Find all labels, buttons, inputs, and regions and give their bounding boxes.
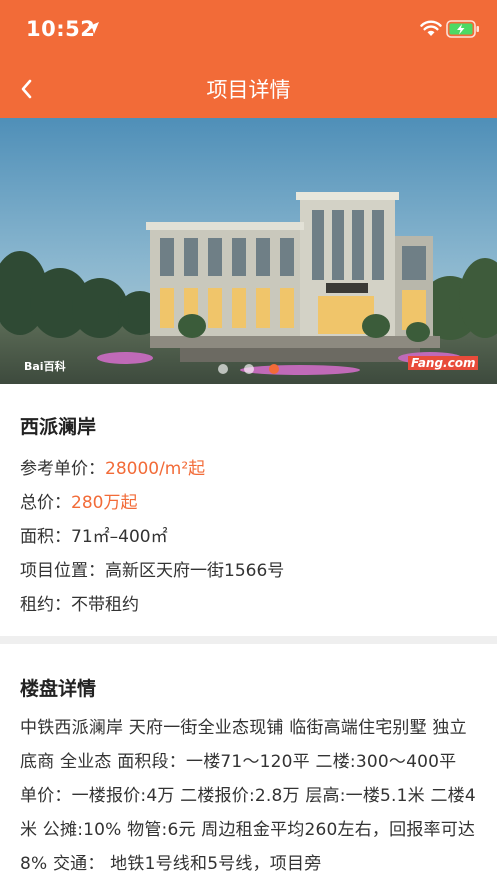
location-arrow-icon bbox=[87, 22, 99, 34]
rent-row: 租约：不带租约 bbox=[20, 595, 139, 615]
area-row: 面积：71㎡–400㎡ bbox=[20, 527, 168, 547]
section-divider bbox=[0, 636, 497, 644]
detail-title: 楼盘详情 bbox=[20, 678, 97, 700]
image-carousel[interactable]: Bai百科 Fang.com bbox=[0, 118, 497, 384]
total-value: 280万起 bbox=[71, 493, 138, 513]
location-row: 项目位置：高新区天府一街1566号 bbox=[20, 561, 285, 581]
total-row: 总价：280万起 bbox=[20, 486, 477, 520]
battery-charging-icon bbox=[446, 20, 479, 38]
price-row: 参考单价：28000/m²起 bbox=[20, 452, 477, 486]
status-time: 10:52 bbox=[26, 17, 96, 41]
wifi-icon bbox=[420, 20, 442, 36]
status-bar: 10:52 bbox=[0, 0, 497, 60]
project-name: 西派澜岸 bbox=[20, 416, 97, 438]
building-photo bbox=[0, 118, 497, 384]
project-info: 西派澜岸 参考单价：28000/m²起 总价：280万起 面积：71㎡–400㎡… bbox=[0, 384, 497, 636]
page-title: 项目详情 bbox=[206, 78, 291, 102]
property-detail: 楼盘详情 中铁西派澜岸 天府一街全业态现铺 临街高端住宅别墅 独立底商 全业态 … bbox=[0, 644, 497, 883]
carousel-dot-active[interactable] bbox=[268, 364, 279, 374]
navigation-bar: 项目详情 bbox=[0, 60, 497, 118]
price-label: 参考单价： bbox=[20, 459, 105, 479]
carousel-dot[interactable] bbox=[243, 364, 254, 374]
header: 10:52 项目详情 bbox=[0, 0, 497, 118]
detail-text: 中铁西派澜岸 天府一街全业态现铺 临街高端住宅别墅 独立底商 全业态 面积段：一… bbox=[20, 718, 476, 874]
carousel-dots bbox=[0, 359, 497, 374]
total-label: 总价： bbox=[20, 493, 71, 513]
price-value: 28000/m²起 bbox=[105, 459, 206, 479]
